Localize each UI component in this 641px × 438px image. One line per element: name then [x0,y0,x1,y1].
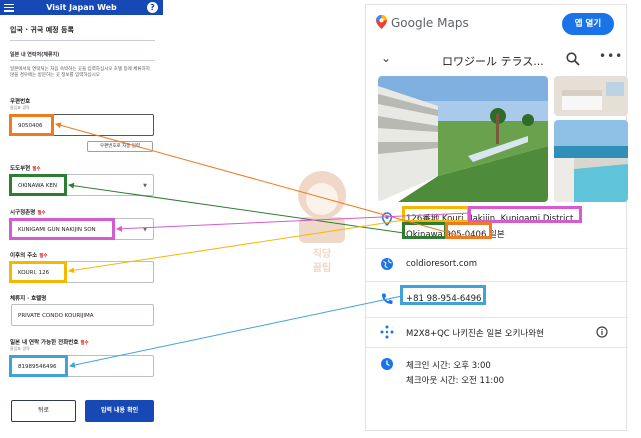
city-label-text: 시구정촌명 [10,210,36,216]
photo-gallery[interactable] [378,76,628,206]
highlight-zip [9,114,54,136]
more-icon[interactable]: ••• [599,49,623,63]
zip-label: 우편번호 [10,99,31,105]
search-icon[interactable] [566,52,580,66]
website-link[interactable]: coldioresort.com [406,259,477,269]
required-badge: 필수 [39,254,48,259]
hotel-photo-pool[interactable] [554,120,628,202]
prefecture-label: 도도부현 필수 [10,164,41,172]
subsection-title: 일본 내 연락처(체류지) [10,52,60,58]
phone-hint: 물입표 생략 [10,346,30,351]
checkout-time: 체크아웃 시간: 오전 11:00 [406,376,505,386]
hotel-value: PRIVATE CONDO KOURIJIMA [18,313,94,319]
maps-logo: Google Maps [391,16,469,30]
divider [366,248,628,249]
help-icon[interactable]: ? [147,2,158,13]
maps-pin-icon [376,15,387,29]
highlight-city [9,218,115,240]
highlight-address [9,261,67,283]
highlight-maps-phone [400,285,486,305]
checkin-time: 체크인 시간: 오후 3:00 [406,361,491,371]
visit-japan-web-panel: Visit Japan Web ? 입국 · 귀국 예정 등록 일본 내 연락처… [0,0,163,438]
vjw-title: Visit Japan Web [46,3,117,12]
required-badge: 필수 [80,341,89,346]
highlight-maps-city [468,206,582,223]
confirm-button[interactable]: 입력 내용 확인 [85,400,154,422]
phone-icon [382,293,393,304]
address-label: 이후의 주소 필수 [10,251,48,259]
place-title: ロワジール テラス... [442,55,544,68]
highlight-prefecture [9,174,67,196]
hotel-input[interactable]: PRIVATE CONDO KOURIJIMA [11,304,154,326]
page-title: 입국 · 귀국 예정 등록 [10,26,74,34]
highlight-phone [9,355,68,377]
city-label: 시구정촌명 필수 [10,208,46,216]
globe-icon [381,258,393,270]
plus-code-icon [380,325,394,339]
location-icon [381,212,393,226]
chevron-down-icon: ▼ [143,183,147,189]
divider [366,281,628,282]
required-badge: 필수 [37,211,46,216]
plus-code-text: M2X8+QC 나키진손 일본 오키나와현 [406,329,544,339]
watermark: 직당 꿀팁 [298,171,346,274]
divider [366,347,628,348]
zip-lookup-button[interactable]: 우편번호로 자동 입력 [87,141,153,152]
clock-icon [381,358,393,370]
divider [366,317,628,318]
hotel-label: 체류지 · 호텔명 [10,296,47,302]
chevron-down-icon: ▼ [143,227,147,233]
chevron-down-icon[interactable]: ⌄ [381,51,391,65]
address-label-text: 이후의 주소 [10,253,38,259]
highlight-maps-prefecture [402,222,447,239]
phone-label: 일본 내 연락 가능한 전화번호 필수 [10,338,89,346]
required-badge: 필수 [32,167,41,172]
info-icon[interactable] [596,326,608,338]
hotel-photo-main[interactable] [378,76,548,202]
watermark-line1: 직당 [313,247,332,260]
zip-hint: 물입표 생략 [10,105,30,110]
place-header: ⌄ ロワジール テラス... ••• [366,43,628,77]
description-text: 일본에서의 연락처는 처음 숙박하는 곳을 입력하십시오 호텔 등에 체류하지 … [10,67,150,78]
open-app-button[interactable]: 앱 열기 [562,13,614,35]
vjw-header: Visit Japan Web ? [0,0,163,15]
prefecture-label-text: 도도부현 [10,166,31,172]
watermark-line2: 꿀팁 [313,262,331,274]
hotel-photo-room[interactable] [554,76,628,116]
divider [10,60,155,61]
back-button[interactable]: 뒤로 [11,400,76,422]
maps-topbar: Google Maps 앱 열기 [366,5,628,41]
divider [10,40,155,41]
highlight-maps-zip [445,222,492,239]
highlight-maps-address [402,206,470,223]
